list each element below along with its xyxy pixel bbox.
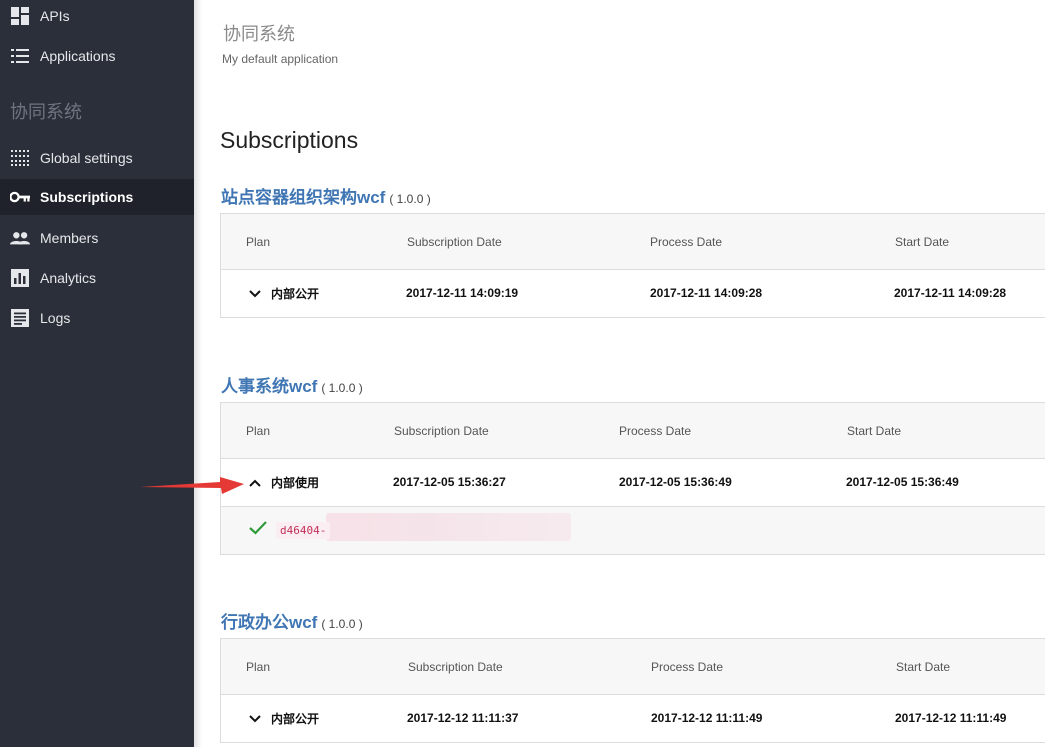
column-header-subscription-date: Subscription Date xyxy=(394,424,489,438)
process-date: 2017-12-12 11:11:49 xyxy=(651,711,763,725)
subscription-table: Plan Subscription Date Process Date Star… xyxy=(220,402,1045,555)
sidebar-section-title: 协同系统 xyxy=(10,102,82,123)
table-header: Plan Subscription Date Process Date Star… xyxy=(221,639,1045,695)
sidebar-item-logs[interactable]: Logs xyxy=(0,300,194,336)
chevron-up-icon xyxy=(249,479,261,487)
column-header-start-date: Start Date xyxy=(896,660,951,674)
dashboard-icon xyxy=(10,6,30,26)
table-row: 内部公开 2017-12-12 11:11:37 2017-12-12 11:1… xyxy=(221,695,1045,742)
api-version: ( 1.0.0 ) xyxy=(321,381,363,395)
sidebar-item-analytics[interactable]: Analytics xyxy=(0,260,194,296)
plan-name: 内部公开 xyxy=(271,287,320,301)
table-row: 内部使用 2017-12-05 15:36:27 2017-12-05 15:3… xyxy=(221,459,1045,506)
column-header-process-date: Process Date xyxy=(619,424,692,438)
plan-toggle[interactable]: 内部使用 xyxy=(249,474,319,491)
table-header: Plan Subscription Date Process Date Star… xyxy=(221,214,1045,270)
start-date: 2017-12-12 11:11:49 xyxy=(895,711,1007,725)
plan-toggle[interactable]: 内部公开 xyxy=(249,285,319,302)
subscription-table: Plan Subscription Date Process Date Star… xyxy=(220,638,1045,743)
api-heading[interactable]: 行政办公wcf ( 1.0.0 ) xyxy=(221,608,363,633)
process-date: 2017-12-05 15:36:49 xyxy=(619,475,732,489)
key-icon xyxy=(10,187,30,207)
plan-toggle[interactable]: 内部公开 xyxy=(249,710,319,727)
document-icon xyxy=(10,308,30,328)
sidebar: APIs Applications 协同系统 Global settings S… xyxy=(0,0,194,747)
subscription-date: 2017-12-12 11:11:37 xyxy=(407,711,519,725)
plan-name: 内部使用 xyxy=(271,476,320,490)
application-description: My default application xyxy=(222,52,339,66)
page-title: Subscriptions xyxy=(220,127,359,153)
column-header-subscription-date: Subscription Date xyxy=(408,660,503,674)
api-heading[interactable]: 站点容器组织架构wcf ( 1.0.0 ) xyxy=(221,183,431,208)
sidebar-shadow xyxy=(194,0,202,747)
process-date: 2017-12-11 14:09:28 xyxy=(650,286,763,300)
sidebar-item-subscriptions[interactable]: Subscriptions xyxy=(0,179,194,215)
column-header-process-date: Process Date xyxy=(651,660,724,674)
column-header-start-date: Start Date xyxy=(847,424,902,438)
bar-chart-icon xyxy=(10,268,30,288)
sidebar-item-global-settings[interactable]: Global settings xyxy=(0,140,194,176)
column-header-plan: Plan xyxy=(246,235,271,249)
api-key-redacted-area xyxy=(326,513,571,541)
table-header: Plan Subscription Date Process Date Star… xyxy=(221,403,1045,459)
column-header-plan: Plan xyxy=(246,660,271,674)
application-name: 协同系统 xyxy=(223,24,295,45)
sidebar-item-members[interactable]: Members xyxy=(0,220,194,256)
chevron-down-icon xyxy=(249,714,261,722)
api-name-link[interactable]: 人事系统wcf xyxy=(221,377,317,396)
api-key-row: d46404- xyxy=(221,506,1045,554)
annotation-arrow-icon xyxy=(140,477,244,494)
sidebar-item-label: Logs xyxy=(40,310,71,326)
api-version: ( 1.0.0 ) xyxy=(389,192,431,206)
subscription-date: 2017-12-05 15:36:27 xyxy=(393,475,506,489)
api-name-link[interactable]: 行政办公wcf xyxy=(221,613,317,632)
sidebar-item-applications[interactable]: Applications xyxy=(0,38,194,74)
list-icon xyxy=(10,46,30,66)
subscription-date: 2017-12-11 14:09:19 xyxy=(406,286,519,300)
sidebar-item-label: Members xyxy=(40,230,99,246)
start-date: 2017-12-05 15:36:49 xyxy=(846,475,959,489)
sidebar-item-apis[interactable]: APIs xyxy=(0,0,194,34)
api-version: ( 1.0.0 ) xyxy=(321,617,363,631)
sidebar-item-label: Applications xyxy=(40,48,116,64)
people-icon xyxy=(10,228,30,248)
column-header-plan: Plan xyxy=(246,424,271,438)
column-header-process-date: Process Date xyxy=(650,235,723,249)
sidebar-item-label: Global settings xyxy=(40,150,133,166)
api-key[interactable]: d46404- xyxy=(276,522,331,539)
column-header-start-date: Start Date xyxy=(895,235,950,249)
start-date: 2017-12-11 14:09:28 xyxy=(894,286,1007,300)
table-row: 内部公开 2017-12-11 14:09:19 2017-12-11 14:0… xyxy=(221,270,1045,317)
sidebar-item-label: APIs xyxy=(40,8,70,24)
sidebar-item-label: Analytics xyxy=(40,270,97,286)
plan-name: 内部公开 xyxy=(271,712,320,726)
subscription-table: Plan Subscription Date Process Date Star… xyxy=(220,213,1045,318)
column-header-subscription-date: Subscription Date xyxy=(407,235,502,249)
grid-dots-icon xyxy=(10,148,30,168)
check-icon xyxy=(249,521,267,535)
api-heading[interactable]: 人事系统wcf ( 1.0.0 ) xyxy=(221,372,363,397)
chevron-down-icon xyxy=(249,289,261,297)
api-name-link[interactable]: 站点容器组织架构wcf xyxy=(221,188,385,207)
sidebar-item-label: Subscriptions xyxy=(40,189,134,205)
